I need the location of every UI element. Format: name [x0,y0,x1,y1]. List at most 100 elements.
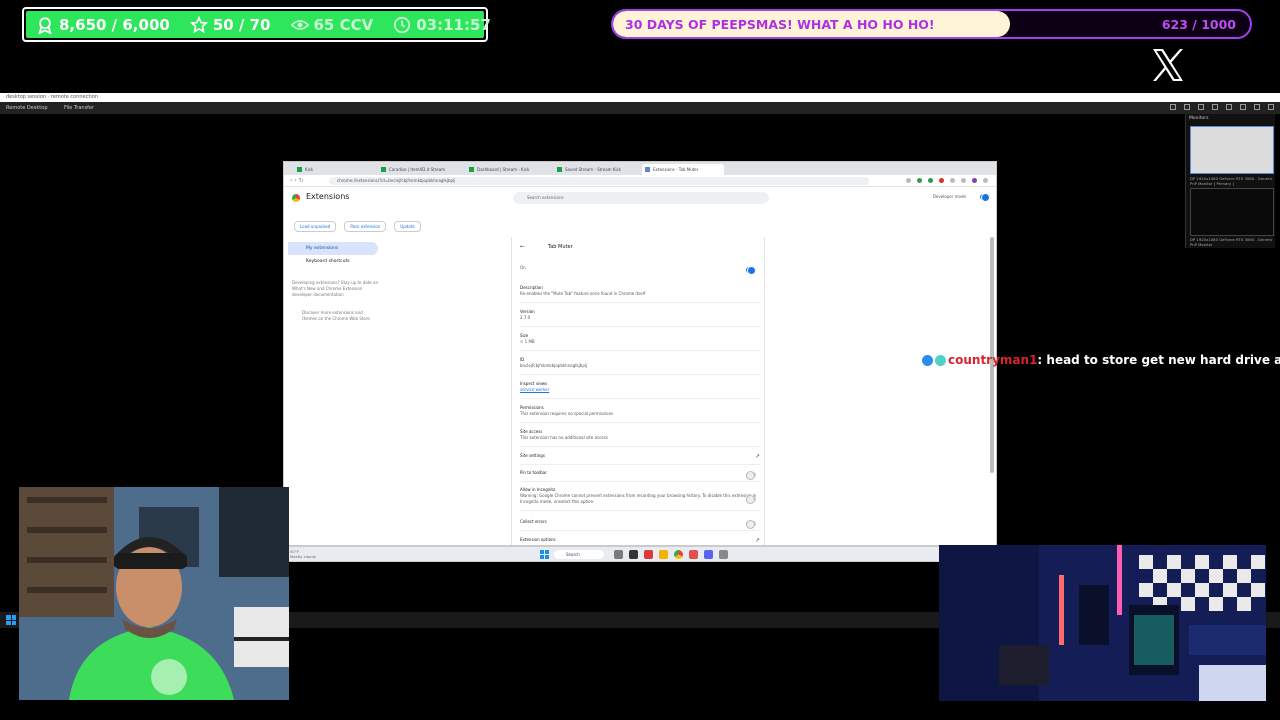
keyboard-icon[interactable] [1198,104,1204,110]
incognito-row: Allow in Incognito Warning: Google Chrome… [520,487,760,511]
chat-message: countryman1: head to store get new hard … [922,352,1280,369]
nav-buttons[interactable]: ‹ › ↻ [290,177,304,184]
pin-toolbar-toggle[interactable] [746,471,756,480]
developer-note: Developing extensions? Stay up to date o… [292,280,379,297]
weather-widget[interactable]: 50°F Mostly cloudy [290,549,316,559]
incognito-toggle[interactable] [746,495,756,504]
collect-errors-row: Collect errors [520,519,760,531]
file-explorer-icon[interactable] [659,550,668,559]
chat-username: countryman1 [948,353,1038,367]
page-title: Extensions [306,192,350,201]
site-settings-row[interactable]: Site settings [520,453,760,465]
terminal-icon[interactable] [629,550,638,559]
record-icon[interactable] [1226,104,1232,110]
stars-value: 50 / 70 [212,15,271,34]
app-icon[interactable] [689,550,698,559]
size-row: Size < 1 MB [520,333,760,351]
taskbar-search[interactable]: Search [554,550,604,559]
close-session-icon[interactable] [1268,104,1274,110]
discord-icon[interactable] [704,550,713,559]
tab-saved-stream[interactable]: Saved Stream - Stream Kick [554,164,636,175]
tab-favicon-icon [381,167,386,172]
windows-start-icon[interactable] [540,550,549,559]
tab-extensions[interactable]: Extensions - Tab Muter [642,164,724,175]
back-arrow-icon[interactable]: ← [520,243,525,250]
inspect-views-row: Inspect views service worker [520,381,760,399]
room-cam-image [939,545,1266,701]
puzzle-icon[interactable] [950,178,955,183]
settings-icon[interactable] [1170,104,1176,110]
goal-title: 30 DAYS OF PEEPSMAS! WHAT A HO HO HO! [625,17,935,32]
tab-favicon-icon [297,167,302,172]
remote-desktop-toolbar: Remote Desktop File Transfer [0,102,1280,114]
menu-icon[interactable] [983,178,988,183]
task-view-icon[interactable] [614,550,623,559]
extension-options-row[interactable]: Extension options [520,537,760,545]
sidebar-item-keyboard-shortcuts[interactable]: Keyboard shortcuts [288,255,378,268]
monitor-caption: DP 1920x1080 GeForce RTX 3060 - Generic … [1190,237,1273,247]
viewers-value: 65 CCV [313,15,374,34]
extension-detail-panel: ← Tab Muter On Description Re-enables the… [511,237,765,545]
profile-avatar[interactable] [972,178,977,183]
tab-stream[interactable]: Caradise | ItemXD.it Stream [378,164,460,175]
extension-icon[interactable] [917,178,922,183]
weather-desc: Mostly cloudy [290,554,317,559]
chat-overlay: countryman1: head to store get new hard … [922,352,1280,386]
webstore-note[interactable]: Discover more extensions and themes on t… [288,310,378,322]
monitor-thumbnail-secondary[interactable] [1190,188,1274,236]
on-label: On [520,265,526,270]
menu-file-transfer[interactable]: File Transfer [64,103,94,113]
sidepanel-icon[interactable] [961,178,966,183]
load-unpacked-button[interactable]: Load unpacked [294,221,337,232]
room-cam-video [939,545,1266,701]
extension-name: Tab Muter [548,244,573,250]
windows-logo-icon[interactable] [6,615,16,625]
collect-errors-toggle[interactable] [746,520,756,529]
search-input[interactable]: Search extensions [513,192,769,204]
tab-dashboard[interactable]: Dashboard | Stream - Kick [466,164,548,175]
site-access-row: Site access This extension has no additio… [520,429,760,447]
fullscreen-icon[interactable] [1184,104,1190,110]
badge-icon [935,355,946,366]
monitor-thumbnail-primary[interactable] [1190,126,1274,174]
windows-taskbar: 50°F Mostly cloudy Search [283,546,997,562]
screenshot-icon[interactable] [1240,104,1246,110]
pack-extension-button[interactable]: Pack extension [344,221,387,232]
extension-icon[interactable] [928,178,933,183]
address-bar-row: ‹ › ↻ chrome://extensions/?id=bnclejfcbj… [284,175,996,187]
display-icon[interactable] [1254,104,1260,110]
tab-strip: Kick Caradise | ItemXD.it Stream Dashboa… [284,162,996,175]
toolbar-icons [1170,104,1274,110]
bookmark-icon[interactable] [906,178,911,183]
update-button[interactable]: Update [394,221,421,232]
app-icon[interactable] [644,550,653,559]
taskbar-apps [614,550,728,559]
sidebar-item-my-extensions[interactable]: My extensions [288,242,378,255]
extension-enabled-toggle[interactable] [746,266,756,275]
service-worker-link[interactable]: service worker [520,387,549,392]
puzzle-icon [645,167,650,172]
external-link-icon[interactable]: ↗ [755,537,760,544]
developer-mode-toggle[interactable] [980,193,990,202]
viewers-stat: 65 CCV [290,15,374,34]
remote-desktop-titlebar: desktop session · remote connection [0,93,1280,102]
stream-stats-bar: 8,650 / 6,000 50 / 70 65 CCV 03:11:57 [22,7,491,42]
stream-frame: 8,650 / 6,000 50 / 70 65 CCV 03:11:57 30… [0,0,1280,720]
permissions-row: Permissions This extension requires no sp… [520,405,760,423]
badge-icon [922,355,933,366]
chrome-logo-icon [292,194,300,202]
tab-kick[interactable]: Kick [294,164,366,175]
developer-buttons: Load unpacked Pack extension Update [294,221,421,232]
monitors-panel: Monitors DP 1920x1080 GeForce RTX 3060 -… [1185,114,1275,248]
external-link-icon[interactable]: ↗ [755,453,760,460]
extension-icon[interactable] [939,178,944,183]
session-title: desktop session · remote connection [6,94,98,100]
settings-icon[interactable] [719,550,728,559]
url-field[interactable]: chrome://extensions/?id=bnclejfcbjfnkmkb… [329,177,869,185]
menu-remote-desktop[interactable]: Remote Desktop [6,103,48,113]
chrome-icon[interactable] [674,550,683,559]
sub-goal-bar: 30 DAYS OF PEEPSMAS! WHAT A HO HO HO! 62… [611,9,1252,39]
description-row: Description Re-enables the "Mute Tab" fea… [520,285,760,303]
chat-icon[interactable] [1212,104,1218,110]
followers-stat: 8,650 / 6,000 [36,16,170,34]
